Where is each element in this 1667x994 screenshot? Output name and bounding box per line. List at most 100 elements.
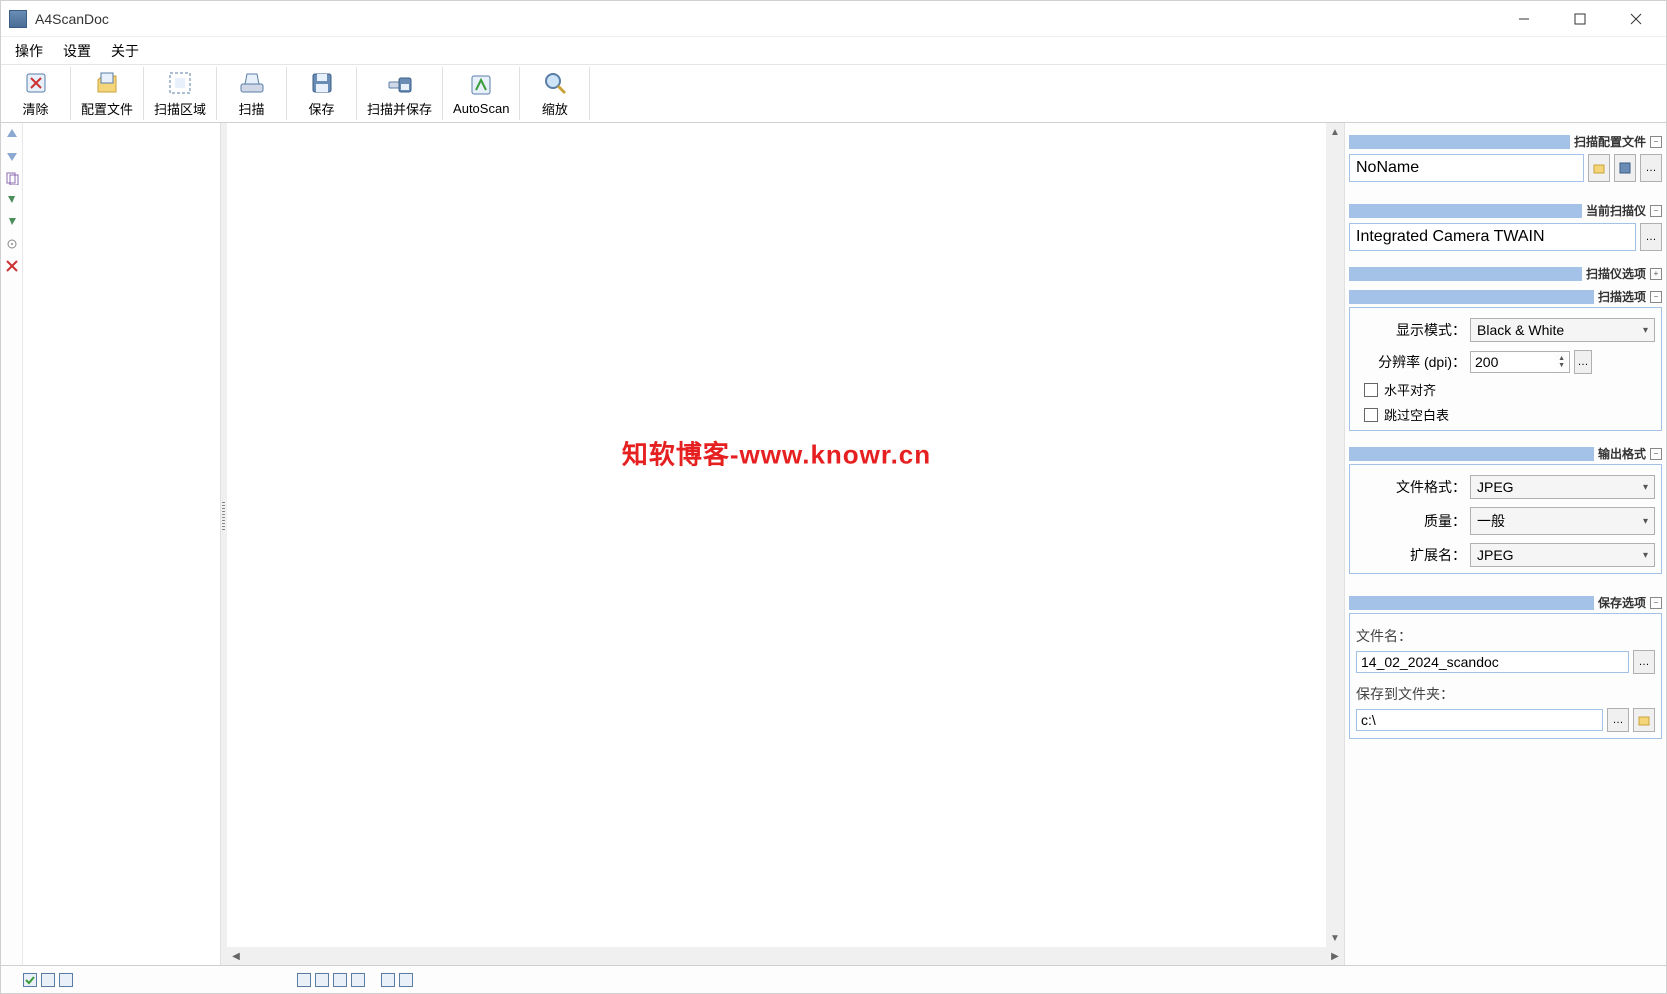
current-scanner-header: 当前扫描仪 − xyxy=(1349,202,1662,219)
chevron-down-icon: ▾ xyxy=(1643,482,1648,493)
watermark-text: 知软博客-www.knowr.cn xyxy=(622,434,931,471)
collapse-icon[interactable]: − xyxy=(1650,291,1662,303)
display-mode-select[interactable]: Black & White▾ xyxy=(1470,318,1655,342)
extension-select[interactable]: JPEG▾ xyxy=(1470,543,1655,567)
filename-more-button[interactable]: … xyxy=(1633,650,1655,674)
zoom-button[interactable]: 缩放 xyxy=(520,67,590,120)
scroll-down-arrow[interactable]: ▼ xyxy=(1326,929,1344,947)
zoom-label: 缩放 xyxy=(542,99,568,118)
quality-select[interactable]: 一般▾ xyxy=(1470,507,1655,535)
scroll-up-arrow[interactable]: ▲ xyxy=(1326,123,1344,141)
scanner-more-button[interactable]: … xyxy=(1640,223,1662,251)
dpi-more-button[interactable]: … xyxy=(1574,350,1592,374)
save-icon xyxy=(308,69,336,97)
view1-icon[interactable] xyxy=(23,973,37,987)
save-options-header: 保存选项 − xyxy=(1349,594,1662,611)
brightness-icon[interactable] xyxy=(5,237,19,251)
maximize-button[interactable] xyxy=(1552,1,1608,37)
bottom-icons-center xyxy=(279,973,413,987)
scroll-right-arrow[interactable]: ▶ xyxy=(1326,947,1344,965)
scanner-name-input[interactable]: Integrated Camera TWAIN xyxy=(1349,223,1636,251)
clear-label: 清除 xyxy=(22,99,48,118)
chevron-down-icon: ▾ xyxy=(1643,325,1648,336)
collapse-icon[interactable]: − xyxy=(1650,136,1662,148)
minimize-icon xyxy=(1518,13,1530,25)
file-format-label: 文件格式： xyxy=(1356,477,1466,497)
app-icon xyxy=(9,10,27,28)
arrow-up-icon[interactable] xyxy=(5,127,19,141)
collapse-icon[interactable]: + xyxy=(1650,268,1662,280)
horizontal-scrollbar[interactable]: ◀ ▶ xyxy=(227,947,1344,965)
layout3-icon[interactable] xyxy=(333,973,347,987)
file-format-select[interactable]: JPEG▾ xyxy=(1470,475,1655,499)
zoom-out-icon[interactable] xyxy=(399,973,413,987)
filename-label: 文件名： xyxy=(1356,626,1655,646)
chevron-down-icon: ▾ xyxy=(1643,516,1648,527)
horiz-align-checkbox[interactable] xyxy=(1364,383,1378,397)
profile-label: 配置文件 xyxy=(81,99,133,118)
autoscan-icon xyxy=(467,71,495,99)
profile-button[interactable]: 配置文件 xyxy=(71,67,144,120)
scan-save-label: 扫描并保存 xyxy=(367,99,432,118)
chevron-down-icon: ▾ xyxy=(1643,550,1648,561)
view3-icon[interactable] xyxy=(59,973,73,987)
profile-save-button[interactable] xyxy=(1614,154,1636,182)
folder-label: 保存到文件夹： xyxy=(1356,684,1655,704)
scroll-track-v[interactable] xyxy=(1326,141,1344,929)
filename-input[interactable]: 14_02_2024_scandoc xyxy=(1356,651,1629,673)
delete-icon[interactable] xyxy=(5,259,19,273)
profile-more-button[interactable]: … xyxy=(1640,154,1662,182)
zoom-in-icon[interactable] xyxy=(381,973,395,987)
toolbar: 清除 配置文件 扫描区域 扫描 保存 扫描并保存 AutoScan 缩放 xyxy=(1,65,1666,123)
menu-action[interactable]: 操作 xyxy=(5,37,53,65)
collapse-icon[interactable]: − xyxy=(1650,597,1662,609)
thumbnail-column xyxy=(23,123,221,965)
main-area: 知软博客-www.knowr.cn ▲ ▼ ◀ ▶ 扫描配置文件 − NoNam… xyxy=(1,123,1666,965)
autoscan-label: AutoScan xyxy=(453,101,509,116)
bottom-icons-left xyxy=(5,973,73,987)
spin-down-icon[interactable]: ▼ xyxy=(1558,362,1565,369)
dpi-input[interactable]: ▲▼ xyxy=(1470,351,1570,373)
profile-icon xyxy=(93,69,121,97)
rotate-left-icon[interactable] xyxy=(5,193,19,207)
copy-icon[interactable] xyxy=(5,171,19,185)
folder-more-button[interactable]: … xyxy=(1607,708,1629,732)
bottom-bar xyxy=(1,965,1666,993)
folder-input[interactable]: c:\ xyxy=(1356,709,1603,731)
autoscan-button[interactable]: AutoScan xyxy=(443,67,520,120)
close-button[interactable] xyxy=(1608,1,1664,37)
layout4-icon[interactable] xyxy=(351,973,365,987)
maximize-icon xyxy=(1574,13,1586,25)
scan-icon xyxy=(238,69,266,97)
scan-options-header: 扫描选项 − xyxy=(1349,288,1662,305)
scan-button[interactable]: 扫描 xyxy=(217,67,287,120)
dpi-label: 分辨率 (dpi)： xyxy=(1356,352,1466,372)
vertical-scrollbar[interactable]: ▲ ▼ xyxy=(1326,123,1344,947)
view2-icon[interactable] xyxy=(41,973,55,987)
layout1-icon[interactable] xyxy=(297,973,311,987)
folder-browse-button[interactable] xyxy=(1633,708,1655,732)
profile-name-input[interactable]: NoName xyxy=(1349,154,1584,182)
save-button[interactable]: 保存 xyxy=(287,67,357,120)
rotate-right-icon[interactable] xyxy=(5,215,19,229)
collapse-icon[interactable]: − xyxy=(1650,448,1662,460)
menu-settings[interactable]: 设置 xyxy=(53,37,101,65)
scanner-options-header: 扫描仪选项 + xyxy=(1349,265,1662,282)
profile-open-button[interactable] xyxy=(1588,154,1610,182)
scroll-left-arrow[interactable]: ◀ xyxy=(227,947,245,965)
minimize-button[interactable] xyxy=(1496,1,1552,37)
skip-blank-checkbox[interactable] xyxy=(1364,408,1378,422)
menu-about[interactable]: 关于 xyxy=(101,37,149,65)
scan-profile-header: 扫描配置文件 − xyxy=(1349,133,1662,150)
scan-save-button[interactable]: 扫描并保存 xyxy=(357,67,443,120)
clear-button[interactable]: 清除 xyxy=(1,67,71,120)
scroll-track-h[interactable] xyxy=(245,947,1326,965)
spin-up-icon[interactable]: ▲ xyxy=(1558,355,1565,362)
arrow-down-icon[interactable] xyxy=(5,149,19,163)
scan-label: 扫描 xyxy=(239,99,265,118)
preview-area: 知软博客-www.knowr.cn ▲ ▼ ◀ ▶ xyxy=(227,123,1344,965)
display-mode-label: 显示模式： xyxy=(1356,320,1466,340)
layout2-icon[interactable] xyxy=(315,973,329,987)
scan-area-button[interactable]: 扫描区域 xyxy=(144,67,217,120)
collapse-icon[interactable]: − xyxy=(1650,205,1662,217)
